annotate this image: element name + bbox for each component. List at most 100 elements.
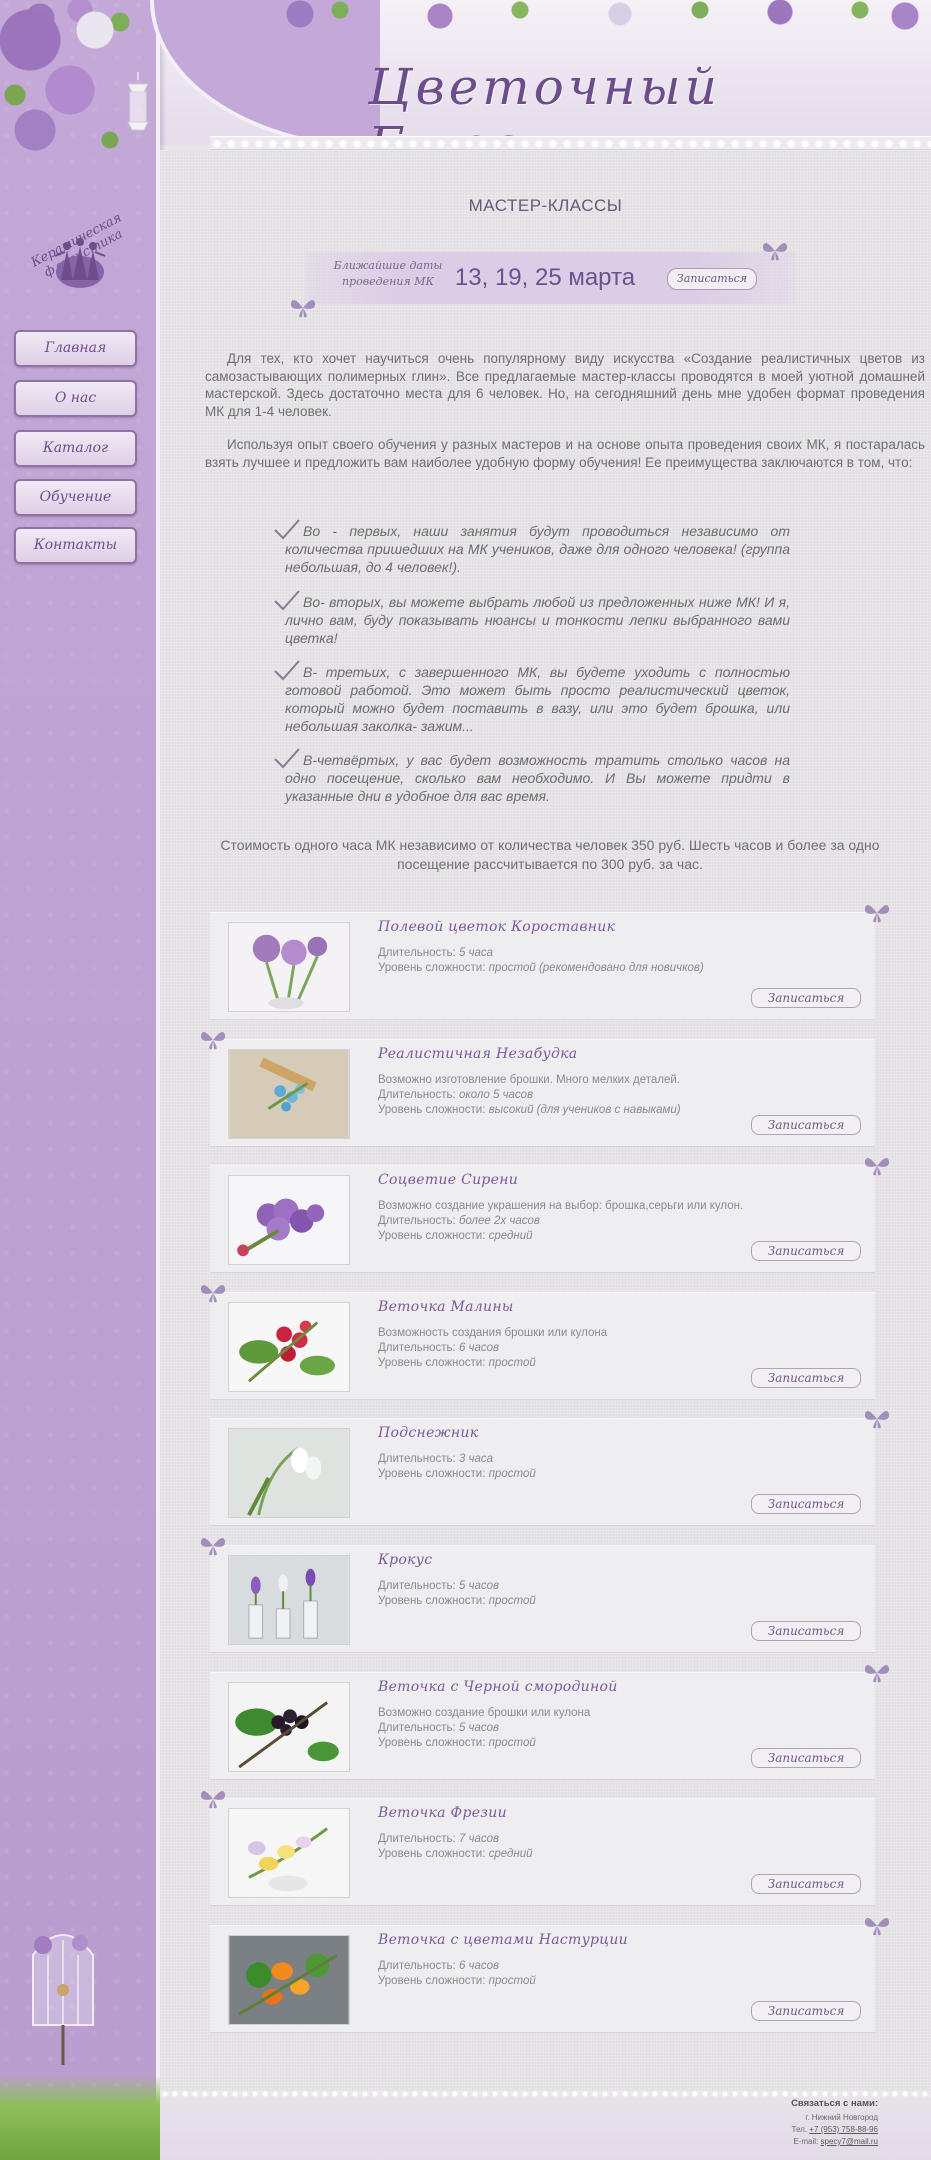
- course-card: Веточка с Черной смородиной Возможно соз…: [210, 1672, 875, 1780]
- nav-about-button[interactable]: О нас: [14, 380, 137, 417]
- dates-signup-button[interactable]: Записаться: [667, 268, 757, 290]
- course-title[interactable]: Веточка Фрезии: [378, 1805, 848, 1821]
- butterfly-icon: [864, 1157, 890, 1176]
- course-photo[interactable]: [228, 1808, 350, 1898]
- course-level: Уровень сложности: простой: [378, 1595, 536, 1607]
- sidebar: [0, 0, 160, 2160]
- course-photo[interactable]: [228, 1302, 350, 1392]
- benefit-item: Во- вторых, вы можете выбрать любой из п…: [274, 590, 790, 647]
- course-photo[interactable]: [228, 922, 350, 1012]
- course-duration: Длительность: около 5 часов: [378, 1089, 534, 1101]
- course-description: Возможность создания брошки или кулона: [378, 1327, 608, 1339]
- lace-border-decoration: [210, 136, 931, 150]
- course-title[interactable]: Веточка Малины: [378, 1299, 848, 1315]
- benefit-text: Во- вторых, вы можете выбрать любой из п…: [285, 594, 790, 646]
- course-title[interactable]: Крокус: [378, 1552, 848, 1568]
- benefit-text: В- третьих, с завершенного МК, вы будете…: [285, 664, 790, 734]
- course-duration: Длительность: 6 часов: [378, 1342, 500, 1354]
- course-details: Длительность: 3 часа Уровень сложности: …: [378, 1452, 858, 1482]
- course-photo[interactable]: [228, 1555, 350, 1645]
- course-card: Реалистичная Незабудка Возможно изготовл…: [210, 1039, 875, 1147]
- course-title[interactable]: Веточка с цветами Настурции: [378, 1932, 848, 1948]
- course-description: Возможно создание украшения на выбор: бр…: [378, 1200, 744, 1212]
- course-signup-button[interactable]: Записаться: [751, 1241, 861, 1261]
- contact-phone: Тел. +7 (953) 758-88-96: [791, 2125, 878, 2134]
- nav-catalog-button[interactable]: Каталог: [14, 430, 137, 467]
- page-title: МАСТЕР-КЛАССЫ: [468, 196, 623, 215]
- checkmark-icon: [274, 748, 300, 769]
- course-level: Уровень сложности: простой (рекомендован…: [378, 962, 704, 974]
- course-details: Длительность: 5 часа Уровень сложности: …: [378, 946, 858, 976]
- course-level: Уровень сложности: простой: [378, 1975, 536, 1987]
- butterfly-icon: [762, 242, 788, 261]
- course-details: Возможность создания брошки или кулона Д…: [378, 1326, 858, 1371]
- butterfly-icon: [200, 1031, 226, 1050]
- contact-block: Связаться с нами: г. Нижний Новгород Тел…: [618, 2098, 878, 2148]
- email-link[interactable]: specy7@mail.ru: [821, 2137, 878, 2146]
- butterfly-icon: [200, 1284, 226, 1303]
- course-title[interactable]: Соцветие Сирени: [378, 1172, 848, 1188]
- butterfly-icon: [864, 1917, 890, 1936]
- butterfly-icon: [864, 1664, 890, 1683]
- course-signup-button[interactable]: Записаться: [751, 1494, 861, 1514]
- course-signup-button[interactable]: Записаться: [751, 1621, 861, 1641]
- course-signup-button[interactable]: Записаться: [751, 1368, 861, 1388]
- benefit-item: В- третьих, с завершенного МК, вы будете…: [274, 660, 790, 735]
- course-photo[interactable]: [228, 1682, 350, 1772]
- course-signup-button[interactable]: Записаться: [751, 2001, 861, 2021]
- course-photo[interactable]: [228, 1935, 350, 2025]
- upcoming-dates-value: 13, 19, 25 марта: [454, 264, 636, 291]
- course-photo[interactable]: [228, 1175, 350, 1265]
- course-photo[interactable]: [228, 1049, 350, 1139]
- course-duration: Длительность: 5 часов: [378, 1722, 500, 1734]
- contact-city: г. Нижний Новгород: [805, 2113, 878, 2122]
- course-card: Полевой цветок Короставник Длительность:…: [210, 912, 875, 1020]
- contact-heading: Связаться с нами:: [791, 2098, 878, 2109]
- course-duration: Длительность: 5 часов: [378, 1580, 500, 1592]
- course-description: Возможно изготовление брошки. Много мелк…: [378, 1074, 680, 1086]
- course-signup-button[interactable]: Записаться: [751, 1115, 861, 1135]
- butterfly-icon: [200, 1790, 226, 1809]
- course-card: Веточка Малины Возможность создания брош…: [210, 1292, 875, 1400]
- course-card: Веточка с цветами Настурции Длительность…: [210, 1925, 875, 2033]
- butterfly-icon: [864, 1410, 890, 1429]
- course-title[interactable]: Подснежник: [378, 1425, 848, 1441]
- course-title[interactable]: Реалистичная Незабудка: [378, 1046, 848, 1062]
- price-info: Стоимость одного часа МК независимо от к…: [220, 837, 880, 872]
- footer: Связаться с нами: г. Нижний Новгород Тел…: [160, 2098, 931, 2160]
- course-duration: Длительность: 3 часа: [378, 1453, 494, 1465]
- butterfly-icon: [864, 904, 890, 923]
- lantern-icon: [127, 72, 149, 131]
- course-signup-button[interactable]: Записаться: [751, 1874, 861, 1894]
- course-duration: Длительность: 6 часов: [378, 1960, 500, 1972]
- course-signup-button[interactable]: Записаться: [751, 1748, 861, 1768]
- intro-paragraph: Для тех, кто хочет научиться очень попул…: [205, 351, 925, 419]
- course-details: Длительность: 5 часов Уровень сложности:…: [378, 1579, 858, 1609]
- upcoming-dates-banner: Ближайшие даты проведения МК 13, 19, 25 …: [305, 252, 795, 304]
- upcoming-dates-label: Ближайшие даты проведения МК: [333, 259, 443, 288]
- main-content: МАСТЕР-КЛАССЫ Ближайшие даты проведения …: [160, 150, 931, 2095]
- nav-contacts-button[interactable]: Контакты: [14, 527, 137, 564]
- nav-education-button[interactable]: Обучение: [14, 479, 137, 516]
- course-photo[interactable]: [228, 1428, 350, 1518]
- course-title[interactable]: Полевой цветок Короставник: [378, 919, 848, 935]
- course-signup-button[interactable]: Записаться: [751, 988, 861, 1008]
- course-details: Возможно создание брошки или кулона Длит…: [378, 1706, 858, 1751]
- course-details: Длительность: 6 часов Уровень сложности:…: [378, 1959, 858, 1989]
- benefit-item: Во - первых, наши занятия будут проводит…: [274, 519, 790, 576]
- course-level: Уровень сложности: простой: [378, 1468, 536, 1480]
- checkmark-icon: [274, 590, 300, 611]
- phone-link[interactable]: +7 (953) 758-88-96: [809, 2125, 878, 2134]
- grass-decoration: [0, 2075, 160, 2160]
- course-duration: Длительность: более 2х часов: [378, 1215, 540, 1227]
- checkmark-icon: [274, 660, 300, 681]
- course-details: Возможно изготовление брошки. Много мелк…: [378, 1073, 858, 1118]
- course-details: Длительность: 7 часов Уровень сложности:…: [378, 1832, 858, 1862]
- course-title[interactable]: Веточка с Черной смородиной: [378, 1679, 848, 1695]
- nav-home-button[interactable]: Главная: [14, 330, 137, 367]
- birdcage-decoration-icon: [32, 1934, 94, 2065]
- butterfly-icon: [200, 1537, 226, 1556]
- checkmark-icon: [274, 519, 300, 540]
- dancers-logo-icon[interactable]: [5, 210, 155, 310]
- course-card: Соцветие Сирени Возможно создание украше…: [210, 1165, 875, 1273]
